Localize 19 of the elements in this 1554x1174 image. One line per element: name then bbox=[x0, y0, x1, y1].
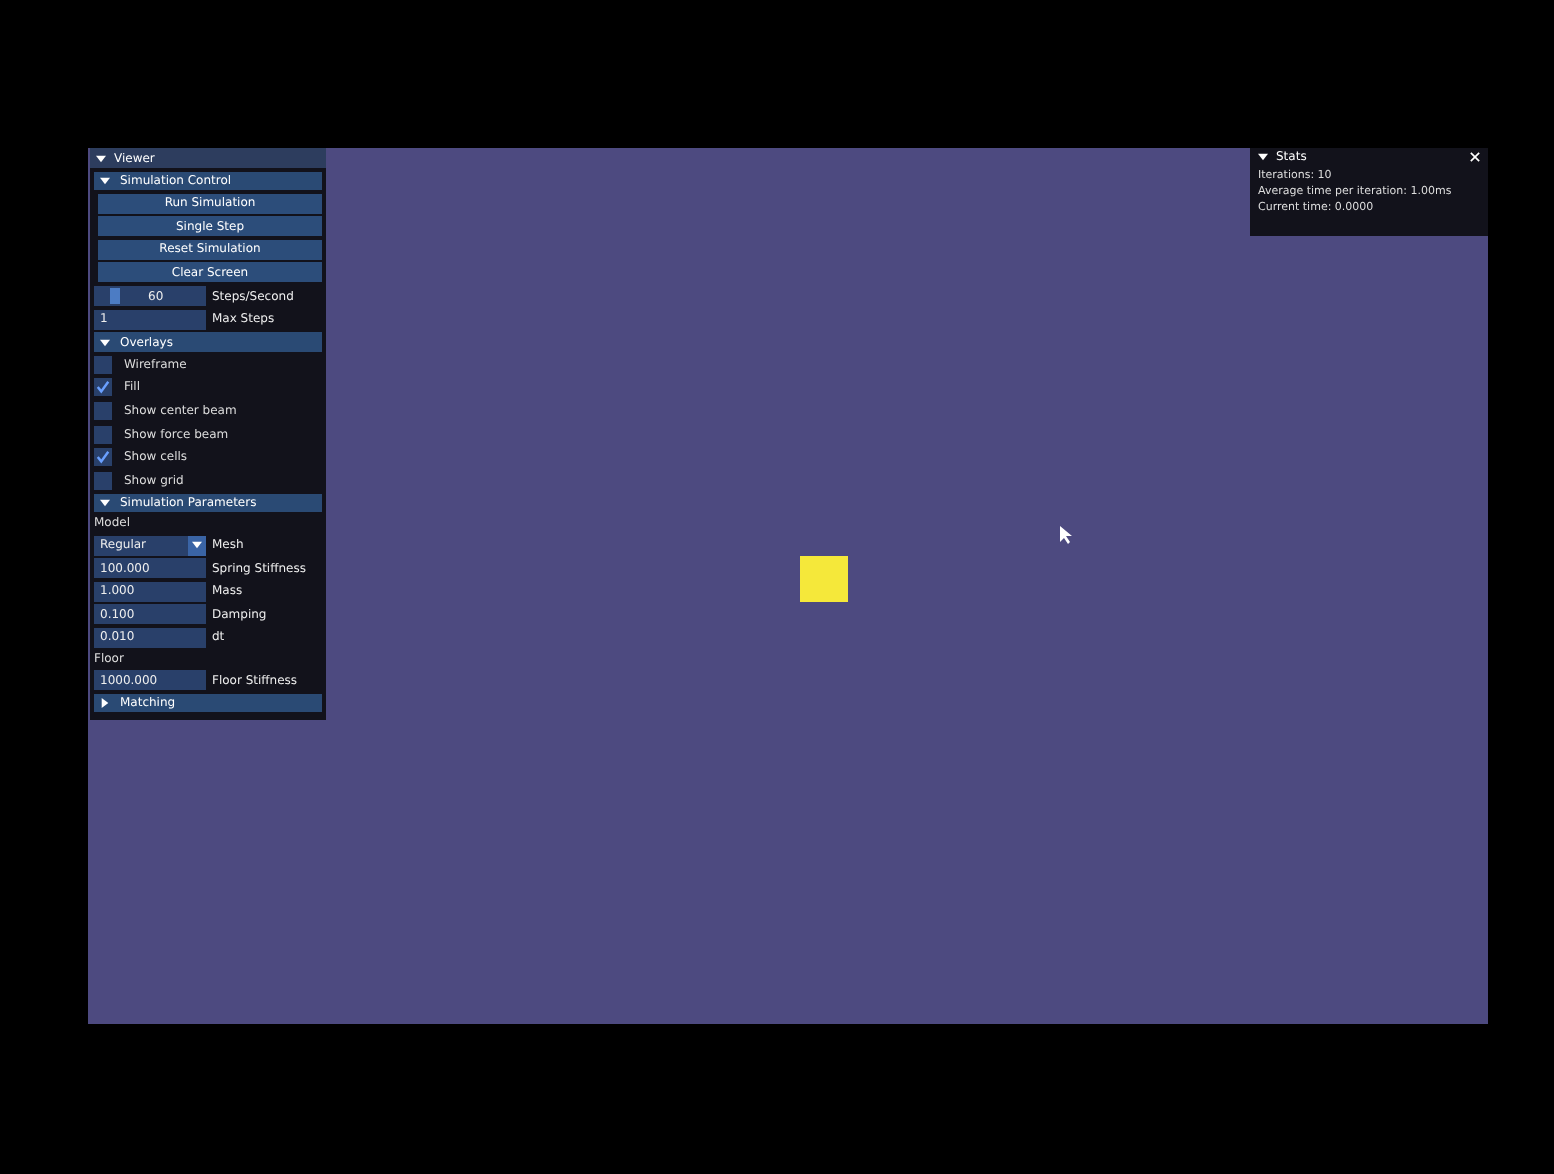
collapse-triangle-icon[interactable] bbox=[1258, 152, 1268, 162]
checkmark-icon bbox=[96, 450, 110, 465]
section-triangle-icon bbox=[100, 498, 110, 509]
mouse-cursor-icon bbox=[1060, 526, 1072, 544]
dropdown-arrow-icon bbox=[192, 540, 202, 551]
close-icon[interactable] bbox=[1470, 152, 1480, 162]
checkbox[interactable] bbox=[94, 448, 112, 467]
checkmark-icon bbox=[96, 380, 110, 395]
slider-grab[interactable] bbox=[110, 288, 121, 305]
section-triangle-icon bbox=[100, 175, 110, 186]
collapse-triangle-icon[interactable] bbox=[96, 153, 106, 163]
checkbox[interactable] bbox=[94, 402, 112, 421]
checkbox[interactable] bbox=[94, 378, 112, 397]
section-triangle-icon bbox=[100, 698, 110, 708]
square-shape bbox=[800, 556, 848, 602]
section-triangle-icon bbox=[100, 337, 110, 347]
checkbox[interactable] bbox=[94, 355, 112, 374]
checkbox[interactable] bbox=[94, 471, 112, 490]
checkbox[interactable] bbox=[94, 425, 112, 444]
